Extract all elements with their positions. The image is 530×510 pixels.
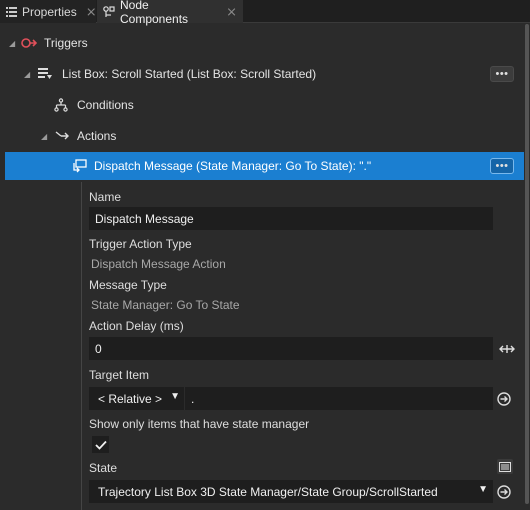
- node-components-icon: [103, 5, 115, 18]
- property-panel: Name Dispatch Message Trigger Action Typ…: [81, 182, 524, 510]
- navigate-icon[interactable]: [496, 391, 512, 407]
- tab-bar: Properties ⨯ Node Components ⨯: [0, 0, 530, 26]
- tree-row-dispatch-message[interactable]: Dispatch Message (State Manager: Go To S…: [5, 152, 524, 180]
- tree-row-actions[interactable]: ◢ Actions: [0, 123, 524, 149]
- tab-properties[interactable]: Properties ⨯: [0, 0, 97, 23]
- chevron-down-icon: ▼: [170, 391, 180, 402]
- tree-row-conditions[interactable]: Conditions: [0, 92, 524, 118]
- expand-arrow-icon[interactable]: ◢: [41, 132, 47, 141]
- name-input-value: Dispatch Message: [95, 211, 194, 226]
- state-manager-icon[interactable]: [497, 459, 513, 474]
- relative-select-value: < Relative >: [98, 391, 163, 406]
- target-item-value: .: [191, 391, 195, 406]
- tab-node-components-label: Node Components: [120, 0, 189, 26]
- expand-arrow-icon[interactable]: ◢: [9, 39, 15, 48]
- name-input[interactable]: Dispatch Message: [89, 207, 493, 230]
- close-icon[interactable]: ⨯: [226, 4, 237, 20]
- trigger-action-type-label: Trigger Action Type: [89, 237, 192, 251]
- action-delay-input[interactable]: 0: [89, 337, 493, 360]
- tree-label-dispatch-message: Dispatch Message (State Manager: Go To S…: [94, 159, 372, 173]
- trigger-icon: [21, 35, 37, 51]
- tree-label-triggers: Triggers: [44, 36, 88, 50]
- show-only-checkbox[interactable]: [92, 436, 109, 453]
- checkmark-icon: [94, 440, 107, 450]
- navigate-icon[interactable]: [496, 484, 512, 500]
- drag-value-icon[interactable]: [498, 342, 516, 356]
- target-item-label: Target Item: [89, 368, 150, 382]
- tab-properties-label: Properties: [22, 4, 77, 19]
- action-delay-label: Action Delay (ms): [89, 319, 184, 333]
- conditions-icon: [53, 97, 69, 113]
- tree-row-trigger-item[interactable]: ◢ List Box: Scroll Started (List Box: Sc…: [0, 61, 524, 87]
- more-options-button[interactable]: •••: [490, 158, 514, 174]
- close-icon[interactable]: ⨯: [86, 4, 97, 20]
- relative-select[interactable]: < Relative > ▼: [89, 387, 184, 410]
- tree-label-trigger-item: List Box: Scroll Started (List Box: Scro…: [62, 67, 317, 81]
- message-type-label: Message Type: [89, 278, 167, 292]
- show-only-label: Show only items that have state manager: [89, 417, 310, 431]
- actions-icon: [54, 128, 70, 144]
- expand-arrow-icon[interactable]: ◢: [24, 70, 30, 79]
- tab-node-components[interactable]: Node Components ⨯: [97, 0, 243, 26]
- state-select-value: Trajectory List Box 3D State Manager/Sta…: [98, 484, 438, 499]
- dispatch-message-icon: [71, 158, 87, 174]
- chevron-down-icon: ▼: [478, 484, 488, 495]
- tree-label-actions: Actions: [77, 129, 117, 143]
- name-label: Name: [89, 190, 122, 204]
- more-options-button[interactable]: •••: [490, 66, 514, 82]
- state-select[interactable]: Trajectory List Box 3D State Manager/Sta…: [89, 480, 493, 503]
- list-icon: [6, 6, 17, 18]
- target-item-input[interactable]: .: [185, 387, 493, 410]
- tree-row-triggers[interactable]: ◢ Triggers: [0, 30, 524, 56]
- trigger-action-type-value: Dispatch Message Action: [91, 257, 226, 271]
- state-label: State: [89, 461, 118, 475]
- event-list-icon: [37, 66, 53, 82]
- tree-label-conditions: Conditions: [77, 98, 134, 112]
- action-delay-value: 0: [95, 341, 102, 356]
- message-type-value: State Manager: Go To State: [91, 298, 240, 312]
- scrollbar-thumb[interactable]: [525, 24, 529, 504]
